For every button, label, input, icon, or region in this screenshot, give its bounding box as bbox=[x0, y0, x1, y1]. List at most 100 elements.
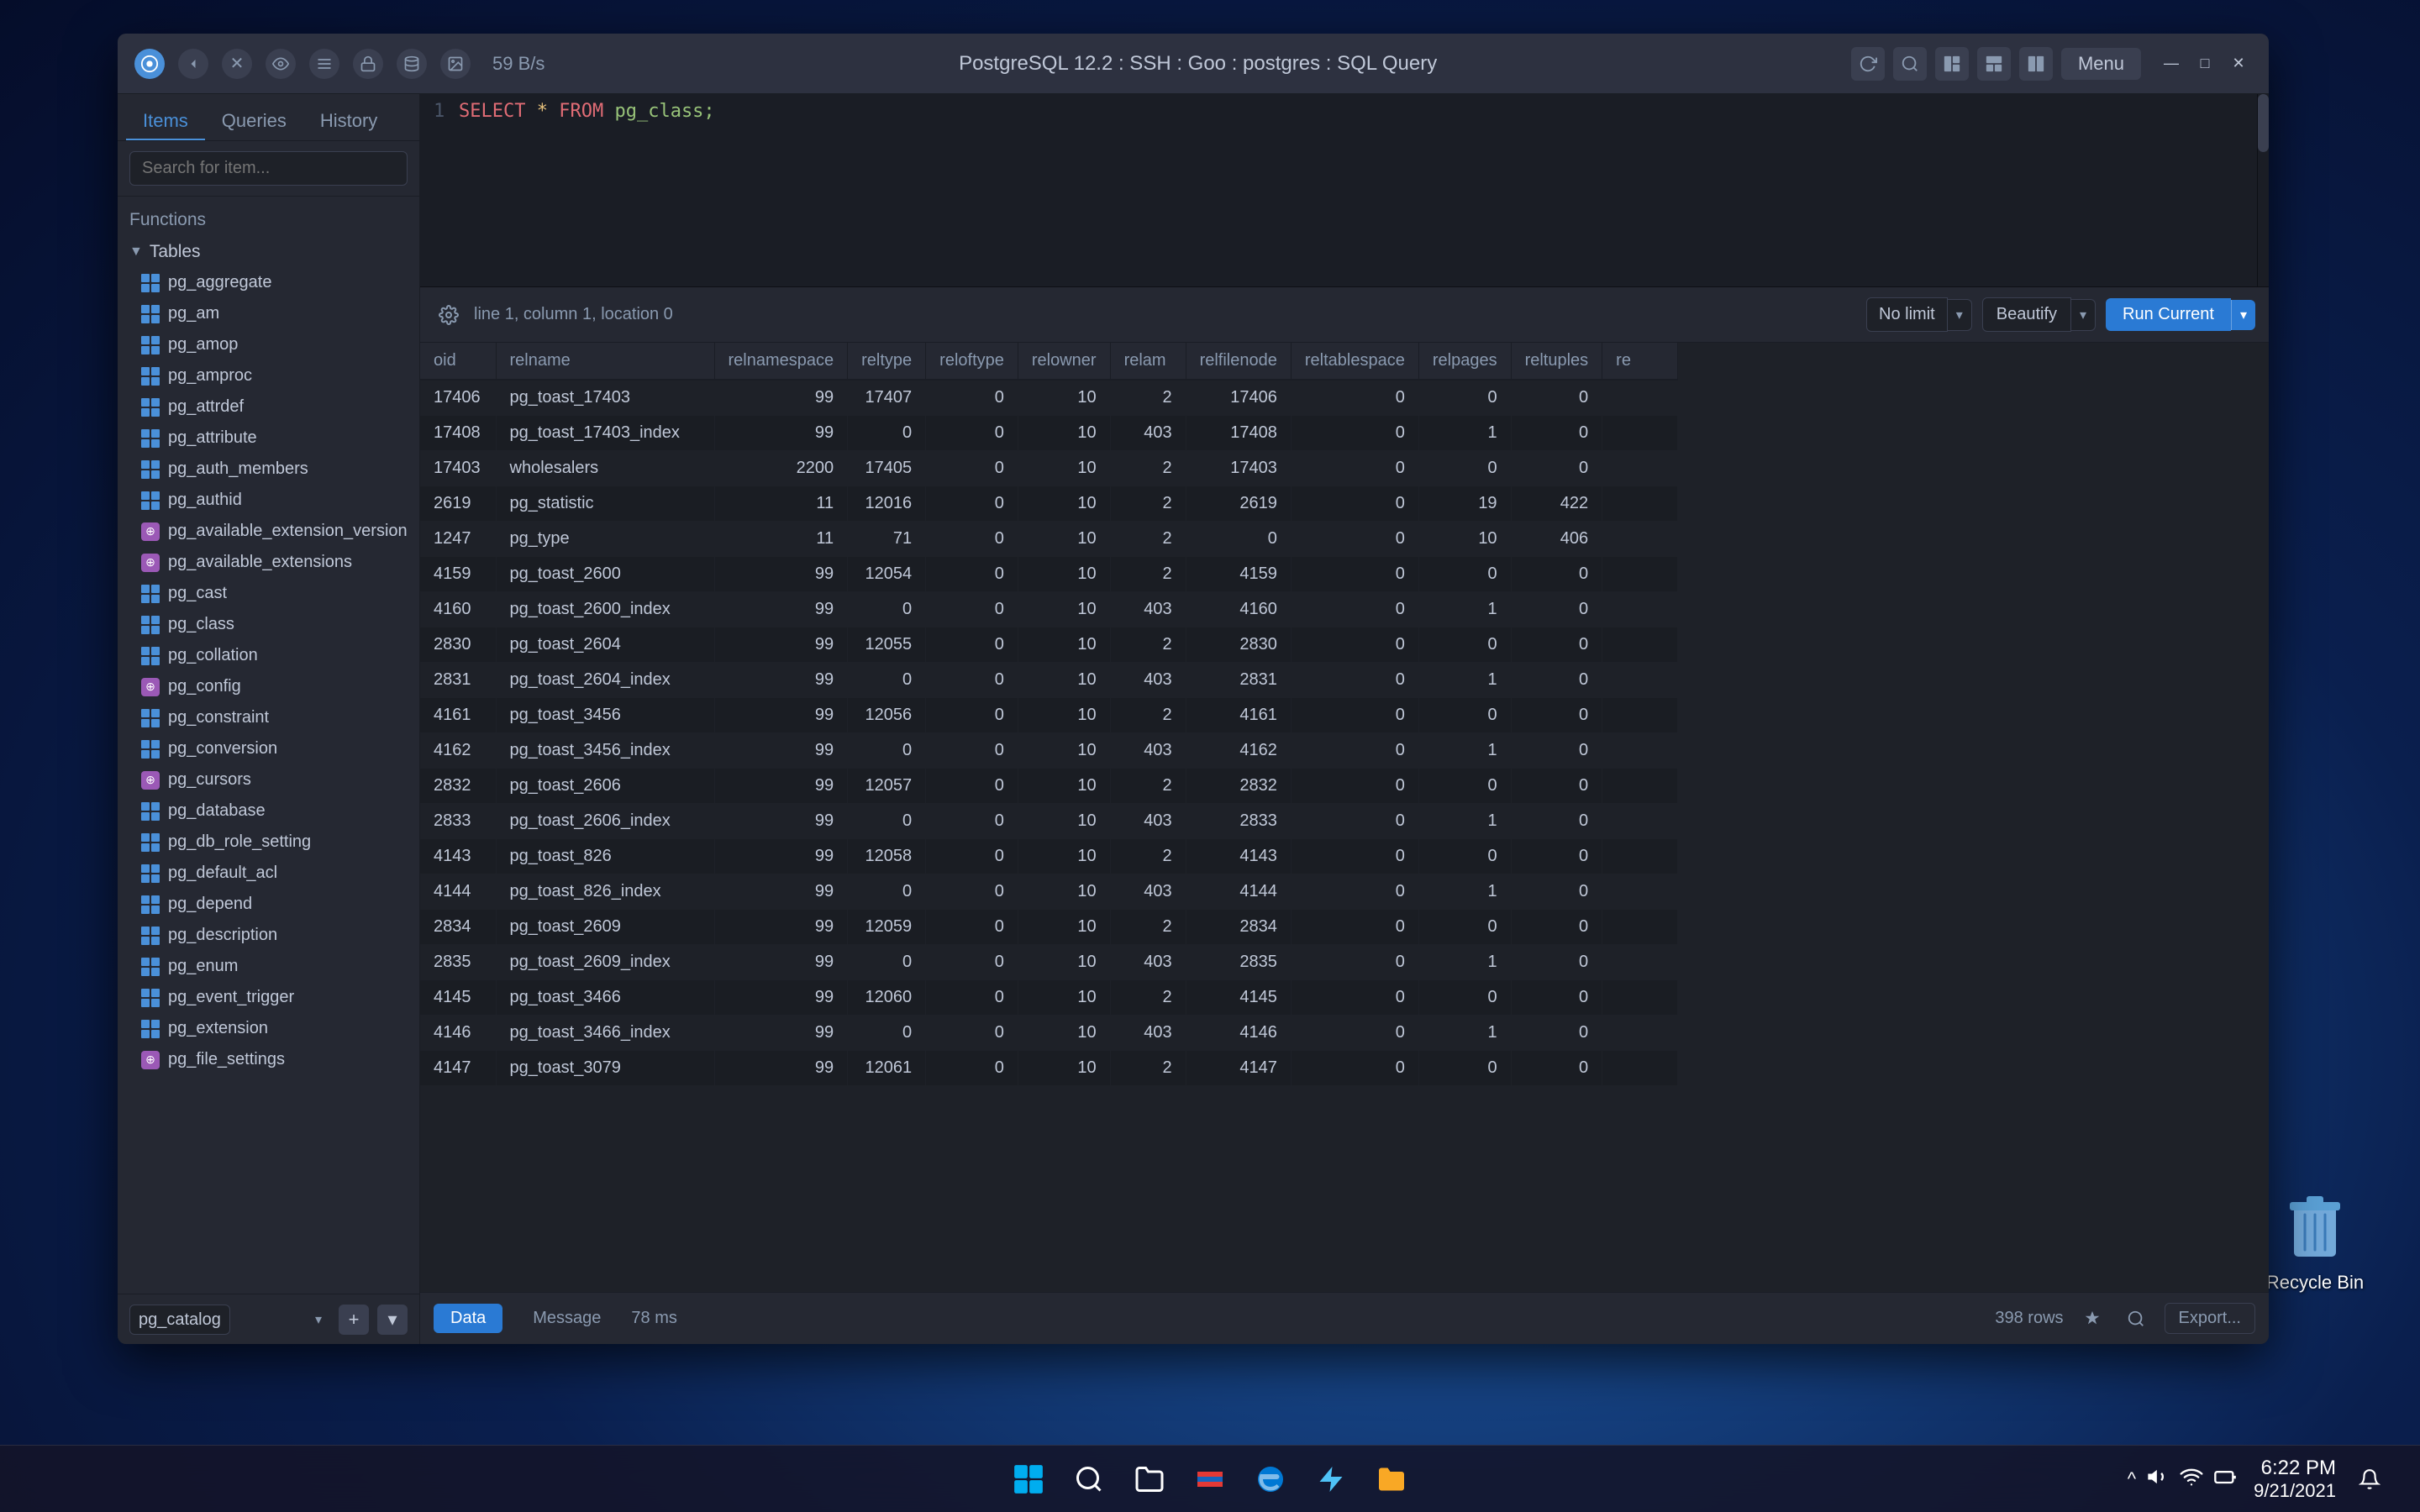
beautify-chevron-icon[interactable]: ▾ bbox=[2071, 299, 2096, 331]
tab-message[interactable]: Message bbox=[516, 1304, 618, 1333]
sidebar-item-pg-enum[interactable]: pg_enum bbox=[118, 951, 419, 982]
sidebar-item-pg-attribute[interactable]: pg_attribute bbox=[118, 423, 419, 454]
table-row[interactable]: 2835pg_toast_2609_index9900104032835010 bbox=[420, 945, 1678, 980]
table-row[interactable]: 4162pg_toast_3456_index9900104034162010 bbox=[420, 733, 1678, 769]
run-chevron-icon[interactable]: ▾ bbox=[2231, 300, 2255, 330]
sidebar-item-pg-class[interactable]: pg_class bbox=[118, 609, 419, 640]
app-icon[interactable] bbox=[134, 49, 165, 79]
limit-chevron[interactable]: ▾ bbox=[1948, 299, 1972, 331]
col-relfilenode[interactable]: relfilenode bbox=[1186, 343, 1291, 380]
menu-button[interactable]: Menu bbox=[2061, 48, 2141, 80]
tab-items[interactable]: Items bbox=[126, 103, 205, 140]
back-button[interactable] bbox=[178, 49, 208, 79]
table-row[interactable]: 4145pg_toast_3466991206001024145000 bbox=[420, 980, 1678, 1016]
maximize-button[interactable]: □ bbox=[2191, 50, 2218, 77]
table-row[interactable]: 4159pg_toast_2600991205401024159000 bbox=[420, 557, 1678, 592]
sidebar-item-pg-description[interactable]: pg_description bbox=[118, 920, 419, 951]
sidebar-item-pg-file-settings[interactable]: ⊕ pg_file_settings bbox=[118, 1044, 419, 1075]
search-results-button[interactable] bbox=[2121, 1304, 2151, 1334]
table-row[interactable]: 2833pg_toast_2606_index9900104032833010 bbox=[420, 804, 1678, 839]
schema-select[interactable]: pg_catalog bbox=[129, 1305, 230, 1335]
taskbar-explorer-button[interactable] bbox=[1123, 1452, 1176, 1506]
close-button[interactable]: ✕ bbox=[2225, 50, 2252, 77]
table-row[interactable]: 2832pg_toast_2606991205701022832000 bbox=[420, 769, 1678, 804]
table-row[interactable]: 17408pg_toast_17403_index990010403174080… bbox=[420, 416, 1678, 451]
tab-queries[interactable]: Queries bbox=[205, 103, 303, 140]
lock-button[interactable] bbox=[353, 49, 383, 79]
col-reloftype[interactable]: reloftype bbox=[926, 343, 1018, 380]
sidebar-item-pg-available-extension-version[interactable]: ⊕ pg_available_extension_version bbox=[118, 516, 419, 547]
list-button[interactable] bbox=[309, 49, 339, 79]
taskbar-app1-button[interactable] bbox=[1304, 1452, 1358, 1506]
taskbar-battery-icon[interactable] bbox=[2213, 1465, 2237, 1493]
tab-data[interactable]: Data bbox=[434, 1304, 502, 1333]
table-row[interactable]: 4161pg_toast_3456991205601024161000 bbox=[420, 698, 1678, 733]
col-re[interactable]: re bbox=[1602, 343, 1678, 380]
layout-btn-1[interactable] bbox=[1935, 47, 1969, 81]
table-row[interactable]: 4143pg_toast_826991205801024143000 bbox=[420, 839, 1678, 874]
search-button-title[interactable] bbox=[1893, 47, 1927, 81]
tab-history[interactable]: History bbox=[303, 103, 394, 140]
start-button[interactable] bbox=[1002, 1452, 1055, 1506]
stop-button[interactable]: ✕ bbox=[222, 49, 252, 79]
sidebar-item-pg-attrdef[interactable]: pg_attrdef bbox=[118, 391, 419, 423]
sidebar-item-pg-auth-members[interactable]: pg_auth_members bbox=[118, 454, 419, 485]
sidebar-item-pg-cast[interactable]: pg_cast bbox=[118, 578, 419, 609]
query-settings-button[interactable] bbox=[434, 300, 464, 330]
editor-vscroll[interactable] bbox=[2257, 94, 2269, 286]
col-oid[interactable]: oid bbox=[420, 343, 496, 380]
table-row[interactable]: 1247pg_type117101020010406 bbox=[420, 522, 1678, 557]
eye-button[interactable] bbox=[266, 49, 296, 79]
col-reltablespace[interactable]: reltablespace bbox=[1291, 343, 1418, 380]
schema-options-button[interactable]: ▾ bbox=[377, 1305, 408, 1335]
taskbar-network-icon[interactable] bbox=[2180, 1465, 2203, 1493]
table-row[interactable]: 4144pg_toast_826_index9900104034144010 bbox=[420, 874, 1678, 910]
sidebar-item-pg-amproc[interactable]: pg_amproc bbox=[118, 360, 419, 391]
recycle-bin[interactable]: Recycle Bin bbox=[2260, 1189, 2370, 1294]
sidebar-item-pg-aggregate[interactable]: pg_aggregate bbox=[118, 267, 419, 298]
sidebar-item-pg-amop[interactable]: pg_amop bbox=[118, 329, 419, 360]
col-relowner[interactable]: relowner bbox=[1018, 343, 1110, 380]
sidebar-item-pg-database[interactable]: pg_database bbox=[118, 795, 419, 827]
sidebar-item-pg-conversion[interactable]: pg_conversion bbox=[118, 733, 419, 764]
sidebar-search-input[interactable] bbox=[129, 151, 408, 186]
sidebar-item-pg-am[interactable]: pg_am bbox=[118, 298, 419, 329]
systray-chevron[interactable]: ^ bbox=[2128, 1468, 2136, 1490]
data-table-wrapper[interactable]: oid relname relnamespace reltype relofty… bbox=[420, 343, 2269, 1292]
col-relnamespace[interactable]: relnamespace bbox=[714, 343, 848, 380]
sidebar-section-functions[interactable]: Functions bbox=[118, 203, 419, 237]
table-row[interactable]: 4146pg_toast_3466_index9900104034146010 bbox=[420, 1016, 1678, 1051]
table-row[interactable]: 4160pg_toast_2600_index9900104034160010 bbox=[420, 592, 1678, 627]
db-button[interactable] bbox=[397, 49, 427, 79]
col-reltype[interactable]: reltype bbox=[848, 343, 926, 380]
add-schema-button[interactable]: + bbox=[339, 1305, 369, 1335]
layout-btn-3[interactable] bbox=[2019, 47, 2053, 81]
sidebar-item-pg-available-extensions[interactable]: ⊕ pg_available_extensions bbox=[118, 547, 419, 578]
col-reltuples[interactable]: reltuples bbox=[1511, 343, 1602, 380]
sidebar-item-pg-cursors[interactable]: ⊕ pg_cursors bbox=[118, 764, 419, 795]
sidebar-item-pg-extension[interactable]: pg_extension bbox=[118, 1013, 419, 1044]
sidebar-item-pg-collation[interactable]: pg_collation bbox=[118, 640, 419, 671]
table-row[interactable]: 2619pg_statistic111201601022619019422 bbox=[420, 486, 1678, 522]
sidebar-item-pg-depend[interactable]: pg_depend bbox=[118, 889, 419, 920]
beautify-button[interactable]: Beautify bbox=[1982, 297, 2071, 332]
table-row[interactable]: 2831pg_toast_2604_index9900104032831010 bbox=[420, 663, 1678, 698]
export-button[interactable]: Export... bbox=[2165, 1303, 2255, 1334]
image-button[interactable] bbox=[440, 49, 471, 79]
table-row[interactable]: 2834pg_toast_2609991205901022834000 bbox=[420, 910, 1678, 945]
sidebar-item-pg-config[interactable]: ⊕ pg_config bbox=[118, 671, 419, 702]
col-relpages[interactable]: relpages bbox=[1418, 343, 1511, 380]
run-current-button[interactable]: Run Current bbox=[2106, 298, 2231, 331]
limit-value[interactable]: No limit bbox=[1866, 297, 1948, 332]
table-row[interactable]: 17403wholesalers220017405010217403000 bbox=[420, 451, 1678, 486]
sidebar-item-pg-db-role-setting[interactable]: pg_db_role_setting bbox=[118, 827, 419, 858]
notification-button[interactable] bbox=[2353, 1462, 2386, 1496]
table-row[interactable]: 17406pg_toast_174039917407010217406000 bbox=[420, 380, 1678, 416]
refresh-button[interactable] bbox=[1851, 47, 1885, 81]
sidebar-item-pg-event-trigger[interactable]: pg_event_trigger bbox=[118, 982, 419, 1013]
sidebar-item-pg-constraint[interactable]: pg_constraint bbox=[118, 702, 419, 733]
col-relam[interactable]: relam bbox=[1110, 343, 1186, 380]
query-editor[interactable]: 1 SELECT * FROM pg_class; bbox=[420, 94, 2269, 287]
minimize-button[interactable]: — bbox=[2158, 50, 2185, 77]
table-row[interactable]: 4147pg_toast_3079991206101024147000 bbox=[420, 1051, 1678, 1086]
